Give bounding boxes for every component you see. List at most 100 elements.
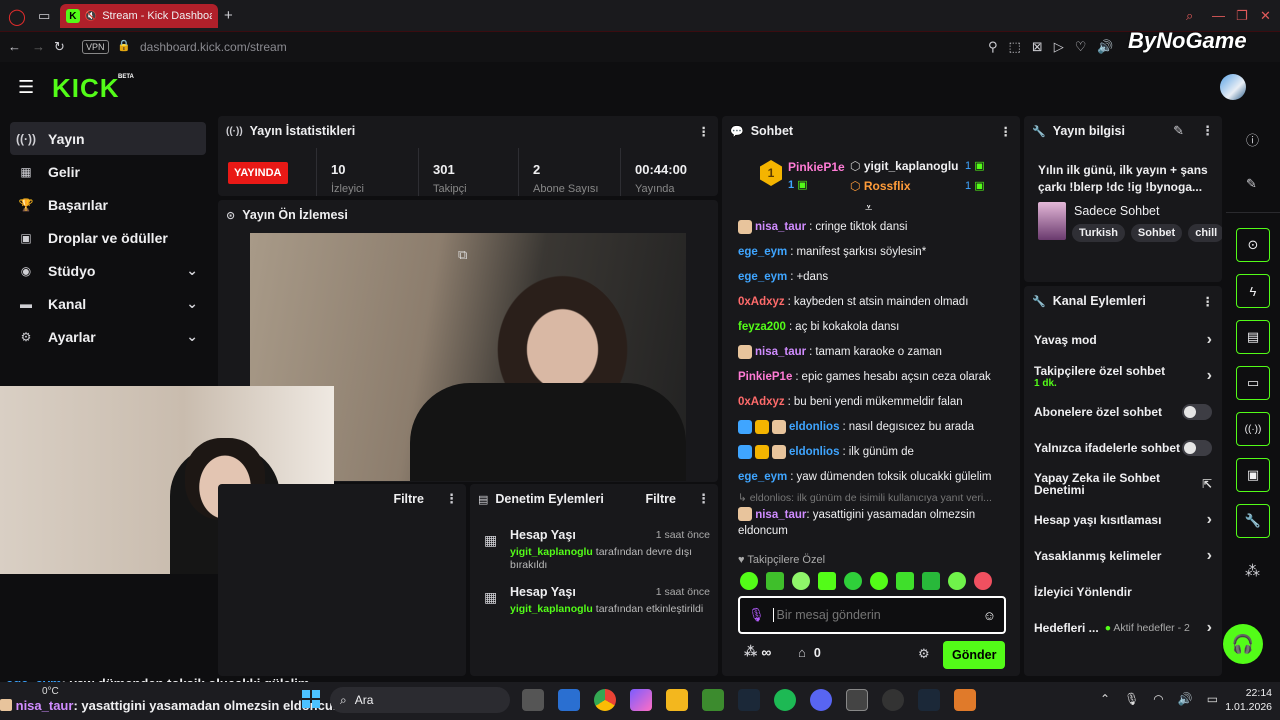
- heart-icon[interactable]: ♡: [1075, 39, 1087, 55]
- emote-icon[interactable]: [818, 572, 836, 590]
- stream-tag[interactable]: Turkish: [1072, 224, 1125, 242]
- speaker-icon[interactable]: 🔊: [1097, 39, 1113, 55]
- filter-button[interactable]: Filtre: [645, 492, 676, 506]
- rail-chat-button[interactable]: ▭: [1236, 366, 1270, 400]
- chat-input[interactable]: [772, 608, 963, 622]
- minecraft-icon[interactable]: [702, 689, 724, 711]
- chevron-down-icon[interactable]: ⌄: [186, 328, 198, 345]
- chat-username[interactable]: 0xAdxyz: [738, 295, 785, 309]
- stream-tag[interactable]: Sohbet: [1130, 224, 1183, 242]
- rail-broadcast-button[interactable]: ((·)): [1236, 412, 1270, 446]
- sidebar-item-4[interactable]: ◉ Stüdyo ⌄: [10, 254, 206, 287]
- channel-action-item[interactable]: Yapay Zeka ile Sohbet Denetimi ⇱: [1024, 466, 1222, 502]
- kebab-menu-icon[interactable]: ⋮: [1000, 124, 1013, 139]
- chat-username[interactable]: feyza200: [738, 320, 786, 334]
- chat-username[interactable]: nisa_taur: [755, 509, 806, 521]
- category-thumbnail[interactable]: [1038, 202, 1066, 240]
- chat-username[interactable]: nisa_taur: [755, 220, 806, 234]
- block-icon[interactable]: ⊠: [1032, 39, 1043, 55]
- speaker-icon[interactable]: 🔊: [1178, 692, 1193, 706]
- moderation-item-user[interactable]: yigit_kaplanoglu: [510, 546, 593, 558]
- leader-3[interactable]: ⬡ Rossflix: [850, 179, 911, 193]
- spotify-icon[interactable]: [774, 689, 796, 711]
- rail-document-button[interactable]: ▤: [1236, 320, 1270, 354]
- minimize-icon[interactable]: —: [1212, 8, 1225, 23]
- emote-icon[interactable]: [792, 572, 810, 590]
- chat-username[interactable]: eldonlios: [789, 445, 839, 459]
- snapshot-icon[interactable]: ⬚: [1009, 39, 1021, 55]
- microphone-icon[interactable]: 🎙: [1124, 692, 1139, 706]
- chat-username[interactable]: 0xAdxyz: [738, 395, 785, 409]
- close-icon[interactable]: ✕: [1260, 8, 1271, 24]
- pin-icon[interactable]: ⚲: [988, 39, 998, 55]
- rail-camera-button[interactable]: ⊙: [1236, 228, 1270, 262]
- channel-action-item[interactable]: Yalnızca ifadelerle sohbet: [1024, 430, 1222, 466]
- avatar[interactable]: [1220, 74, 1246, 100]
- copilot-icon[interactable]: [630, 689, 652, 711]
- chrome-icon[interactable]: [594, 689, 616, 711]
- opera-logo-icon[interactable]: ◯: [8, 7, 26, 27]
- chevron-down-icon[interactable]: ⌄: [186, 295, 198, 312]
- sidebar-item-3[interactable]: ▣ Droplar ve ödüller: [10, 221, 206, 254]
- chevron-up-icon[interactable]: ⌃: [1100, 692, 1110, 706]
- play-icon[interactable]: ▷: [1054, 39, 1064, 55]
- tab-overview-icon[interactable]: ▭: [38, 8, 50, 24]
- steam-2-icon[interactable]: [918, 689, 940, 711]
- kebab-menu-icon[interactable]: ⋮: [698, 124, 711, 139]
- emoji-icon[interactable]: ☺: [983, 608, 996, 623]
- kebab-menu-icon[interactable]: ⋮: [1202, 294, 1215, 309]
- sidebar-item-1[interactable]: ▦ Gelir: [10, 155, 206, 188]
- rewards-count[interactable]: ⌂ 0: [798, 645, 821, 660]
- goals-row[interactable]: Hedefleri ... ● Aktif hedefler - 2 ›: [1024, 610, 1222, 646]
- sidebar-item-6[interactable]: ⚙ Ayarlar ⌄: [10, 320, 206, 353]
- toggle-switch[interactable]: [1182, 404, 1212, 420]
- channel-action-item[interactable]: Yavaş mod ›: [1024, 322, 1222, 358]
- emote-icon[interactable]: [922, 572, 940, 590]
- windows-start-icon[interactable]: [302, 690, 320, 708]
- rail-lightning-button[interactable]: ϟ: [1236, 274, 1270, 308]
- rail-wrench-button[interactable]: 🔧: [1236, 504, 1270, 538]
- chat-username[interactable]: ege_eym: [738, 470, 787, 484]
- app-icon[interactable]: [558, 689, 580, 711]
- task-view-icon[interactable]: [522, 689, 544, 711]
- chat-username[interactable]: ege_eym: [738, 270, 787, 284]
- microphone-icon[interactable]: 🎙: [748, 607, 765, 623]
- edit-pencil-icon[interactable]: ✎: [1173, 123, 1184, 139]
- discord-icon[interactable]: [810, 689, 832, 711]
- emote-icon[interactable]: [740, 572, 758, 590]
- filter-button[interactable]: Filtre: [393, 492, 424, 506]
- browser-tab-active[interactable]: K 🔇 Stream - Kick Dashboard: [60, 4, 218, 28]
- info-icon[interactable]: ⓘ: [1246, 130, 1259, 149]
- emote-icon[interactable]: [870, 572, 888, 590]
- back-icon[interactable]: ←: [8, 39, 21, 54]
- toggle-switch[interactable]: [1182, 440, 1212, 456]
- chat-username[interactable]: ege_eym: [738, 245, 787, 259]
- moderation-item[interactable]: ▦ Hesap Yaşı 1 saat önce yigit_kaplanoglu t…: [470, 571, 718, 628]
- game-app-icon[interactable]: [846, 689, 868, 711]
- search-icon[interactable]: ⌕: [1186, 8, 1193, 24]
- emote-icon[interactable]: [974, 572, 992, 590]
- url-field[interactable]: dashboard.kick.com/stream: [140, 40, 287, 54]
- app-g-icon[interactable]: [954, 689, 976, 711]
- kebab-menu-icon[interactable]: ⋮: [1201, 123, 1214, 139]
- channel-action-item[interactable]: Yasaklanmış kelimeler ›: [1024, 538, 1222, 574]
- clock[interactable]: 22:14 1.01.2026: [1216, 686, 1272, 714]
- kebab-menu-icon[interactable]: ⋮: [697, 491, 710, 507]
- steam-icon[interactable]: [738, 689, 760, 711]
- pinned-expand-icon[interactable]: ⩡: [865, 200, 872, 216]
- channel-action-item[interactable]: İzleyici Yönlendir: [1024, 574, 1222, 610]
- emote-icon[interactable]: [844, 572, 862, 590]
- maximize-icon[interactable]: ❐: [1236, 8, 1248, 24]
- chat-input-box[interactable]: 🎙 ☺: [738, 596, 1006, 634]
- popout-icon[interactable]: ⧉: [458, 247, 467, 263]
- send-button[interactable]: Gönder: [943, 641, 1006, 669]
- chat-settings-gear-icon[interactable]: ⚙: [918, 646, 930, 662]
- leader-1[interactable]: PinkieP1e 1 ▣: [788, 160, 845, 191]
- weather-temp[interactable]: 0°C: [42, 686, 59, 697]
- emote-icon[interactable]: [896, 572, 914, 590]
- channel-action-item[interactable]: Abonelere özel sohbet: [1024, 394, 1222, 430]
- wifi-icon[interactable]: ◠: [1153, 692, 1163, 706]
- kick-logo[interactable]: KICK: [52, 73, 120, 104]
- support-headset-button[interactable]: 🎧: [1223, 624, 1263, 664]
- kebab-menu-icon[interactable]: ⋮: [445, 491, 458, 507]
